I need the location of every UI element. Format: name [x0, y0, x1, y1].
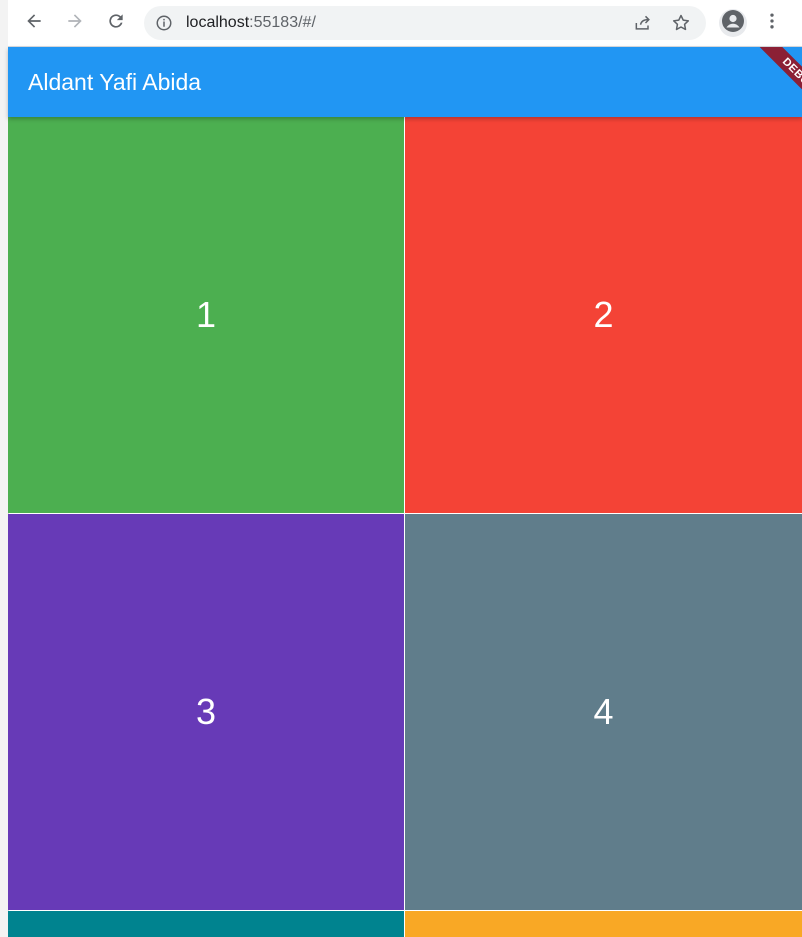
tile-3[interactable]: 3	[8, 514, 404, 910]
tile-label: 1	[195, 294, 217, 335]
browser-toolbar: localhost:55183/#/	[8, 0, 802, 47]
back-button[interactable]	[18, 7, 50, 39]
share-icon[interactable]	[632, 12, 654, 34]
browser-menu-button[interactable]	[760, 9, 784, 37]
url-host: localhost	[186, 14, 250, 31]
tile-label: 2	[593, 294, 614, 335]
more-vert-icon	[762, 11, 782, 36]
tile-grid: 1 2 3 4	[8, 117, 802, 937]
app-bar: Aldant Yafi Abida DEBUG	[8, 47, 802, 117]
app-title: Aldant Yafi Abida	[28, 69, 202, 95]
profile-button[interactable]	[719, 9, 747, 37]
url-path: :55183/#/	[249, 14, 316, 31]
info-icon[interactable]	[154, 13, 174, 33]
tile-2[interactable]: 2	[405, 117, 802, 513]
reload-button[interactable]	[100, 7, 132, 39]
tile-6[interactable]	[405, 911, 802, 937]
tile-5[interactable]	[8, 911, 404, 937]
tile-1[interactable]: 1	[8, 117, 404, 513]
reload-icon	[106, 11, 126, 36]
arrow-left-icon	[24, 11, 44, 36]
arrow-right-icon	[65, 11, 85, 36]
url-text[interactable]: localhost:55183/#/	[186, 6, 316, 40]
forward-button[interactable]	[59, 7, 91, 39]
debug-banner: DEBUG	[732, 47, 802, 117]
address-bar[interactable]: localhost:55183/#/	[144, 6, 706, 40]
tile-label: 3	[195, 691, 217, 732]
star-icon[interactable]	[670, 12, 692, 34]
tile-label: 4	[593, 691, 614, 732]
tile-4[interactable]: 4	[405, 514, 802, 910]
debug-banner-label: DEBUG	[754, 47, 802, 117]
account-icon	[721, 9, 745, 38]
